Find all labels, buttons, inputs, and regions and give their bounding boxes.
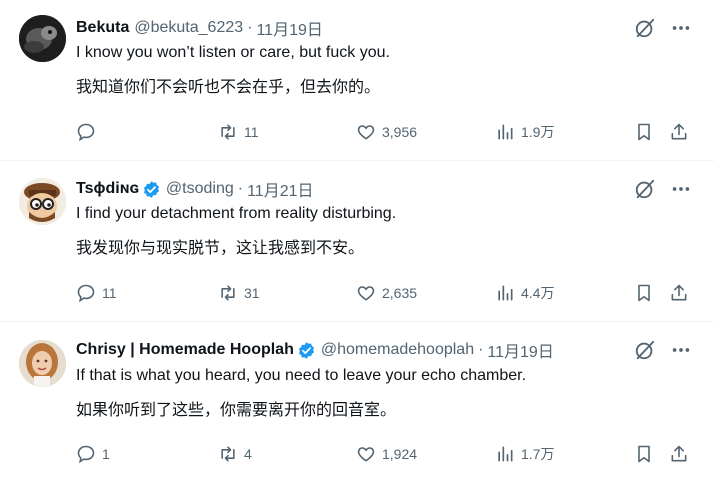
verified-badge-icon xyxy=(143,180,159,198)
bookmark-icon xyxy=(638,123,650,141)
tweet-2[interactable]: Tsɸdiɴɢ @tsoding · 11月21日 I find your de… xyxy=(0,161,714,322)
like-icon xyxy=(357,125,375,140)
like-count: 2,635 xyxy=(382,285,418,301)
retweet-icon xyxy=(221,446,235,462)
tweet-text-en: I find your detachment from reality dist… xyxy=(76,205,397,222)
tweet-text-zh: 我发现你与现实脱节，这让我感到不安。 xyxy=(76,240,365,257)
reply-button[interactable]: 1 xyxy=(76,444,110,464)
timestamp[interactable]: 11月19日 xyxy=(256,16,322,40)
retweet-count: 31 xyxy=(244,285,260,301)
views-icon xyxy=(498,124,513,140)
like-icon xyxy=(357,447,375,462)
avatar[interactable] xyxy=(19,15,66,62)
views-button[interactable]: 1.9万 xyxy=(495,122,554,142)
reply-button[interactable]: 11 xyxy=(76,283,117,303)
retweet-icon xyxy=(221,124,235,140)
separator-dot: · xyxy=(478,341,484,358)
share-button[interactable] xyxy=(669,122,689,142)
tweet-actions: 11 31 2,635 4.4万 xyxy=(76,283,692,309)
tweet-1[interactable]: Bekuta @bekuta_6223 · 11月19日 I know you … xyxy=(0,0,714,161)
user-handle[interactable]: @homemadehooplah xyxy=(321,341,474,359)
reply-icon xyxy=(77,445,95,464)
share-button[interactable] xyxy=(669,283,689,303)
tweet-top-icons xyxy=(634,17,692,39)
bookmark-icon xyxy=(638,445,650,463)
reply-count: 1 xyxy=(102,446,110,462)
share-icon xyxy=(671,284,687,301)
avatar[interactable] xyxy=(19,340,66,387)
like-button[interactable]: 2,635 xyxy=(356,283,417,303)
share-icon xyxy=(671,123,687,140)
user-handle[interactable]: @bekuta_6223 xyxy=(134,19,243,37)
tweet-header: Bekuta @bekuta_6223 · 11月19日 xyxy=(76,17,323,39)
timestamp[interactable]: 11月21日 xyxy=(247,177,313,201)
retweet-button[interactable]: 11 xyxy=(218,122,259,142)
share-button[interactable] xyxy=(669,444,689,464)
verified-badge-icon xyxy=(298,341,314,359)
views-icon xyxy=(498,285,513,301)
display-name[interactable]: Tsɸdiɴɢ xyxy=(76,180,139,198)
like-button[interactable]: 1,924 xyxy=(356,444,417,464)
tweet-actions: 1 4 1,924 1.7万 xyxy=(76,444,692,470)
display-name[interactable]: Chrisy | Homemade Hooplah xyxy=(76,341,294,359)
views-count: 1.9万 xyxy=(521,124,555,140)
tweet-text-zh: 我知道你们不会听也不会在乎，但去你的。 xyxy=(76,79,381,96)
more-icon[interactable] xyxy=(670,339,692,361)
tweet-actions: 11 3,956 1.9万 xyxy=(76,122,692,148)
bookmark-button[interactable] xyxy=(634,444,654,464)
views-count: 4.4万 xyxy=(521,285,555,301)
reply-button[interactable] xyxy=(76,122,102,142)
grok-icon[interactable] xyxy=(634,178,656,200)
grok-icon[interactable] xyxy=(634,339,656,361)
separator-dot: · xyxy=(247,19,253,36)
tweet-header: Chrisy | Homemade Hooplah @homemadehoopl… xyxy=(76,339,554,361)
reply-count: 11 xyxy=(102,285,117,301)
bookmark-button[interactable] xyxy=(634,122,654,142)
like-icon xyxy=(357,286,375,301)
avatar-image xyxy=(19,178,66,225)
tweet-top-icons xyxy=(634,339,692,361)
tweet-top-icons xyxy=(634,178,692,200)
tweet-text-en: If that is what you heard, you need to l… xyxy=(76,367,527,384)
views-button[interactable]: 1.7万 xyxy=(495,444,554,464)
reply-icon xyxy=(77,284,95,303)
grok-icon[interactable] xyxy=(634,17,656,39)
views-icon xyxy=(498,446,513,462)
like-count: 1,924 xyxy=(382,446,418,462)
avatar[interactable] xyxy=(19,178,66,225)
share-icon xyxy=(671,445,687,462)
like-count: 3,956 xyxy=(382,124,418,140)
views-button[interactable]: 4.4万 xyxy=(495,283,554,303)
retweet-button[interactable]: 4 xyxy=(218,444,252,464)
reply-icon xyxy=(77,123,95,142)
tweet-text-zh: 如果你听到了这些，你需要离开你的回音室。 xyxy=(76,402,397,419)
retweet-count: 11 xyxy=(244,124,259,140)
retweet-count: 4 xyxy=(244,446,252,462)
retweet-icon xyxy=(221,285,235,301)
bookmark-icon xyxy=(638,284,650,302)
views-count: 1.7万 xyxy=(521,446,555,462)
display-name[interactable]: Bekuta xyxy=(76,19,129,37)
avatar-image xyxy=(19,340,66,387)
tweet-header: Tsɸdiɴɢ @tsoding · 11月21日 xyxy=(76,178,314,200)
more-icon[interactable] xyxy=(670,178,692,200)
more-icon[interactable] xyxy=(670,17,692,39)
retweet-button[interactable]: 31 xyxy=(218,283,260,303)
avatar-image xyxy=(19,15,66,62)
like-button[interactable]: 3,956 xyxy=(356,122,417,142)
user-handle[interactable]: @tsoding xyxy=(166,180,234,198)
bookmark-button[interactable] xyxy=(634,283,654,303)
tweet-text-en: I know you won’t listen or care, but fuc… xyxy=(76,44,390,61)
timestamp[interactable]: 11月19日 xyxy=(487,338,553,362)
tweet-3[interactable]: Chrisy | Homemade Hooplah @homemadehoopl… xyxy=(0,322,714,480)
separator-dot: · xyxy=(237,180,244,197)
